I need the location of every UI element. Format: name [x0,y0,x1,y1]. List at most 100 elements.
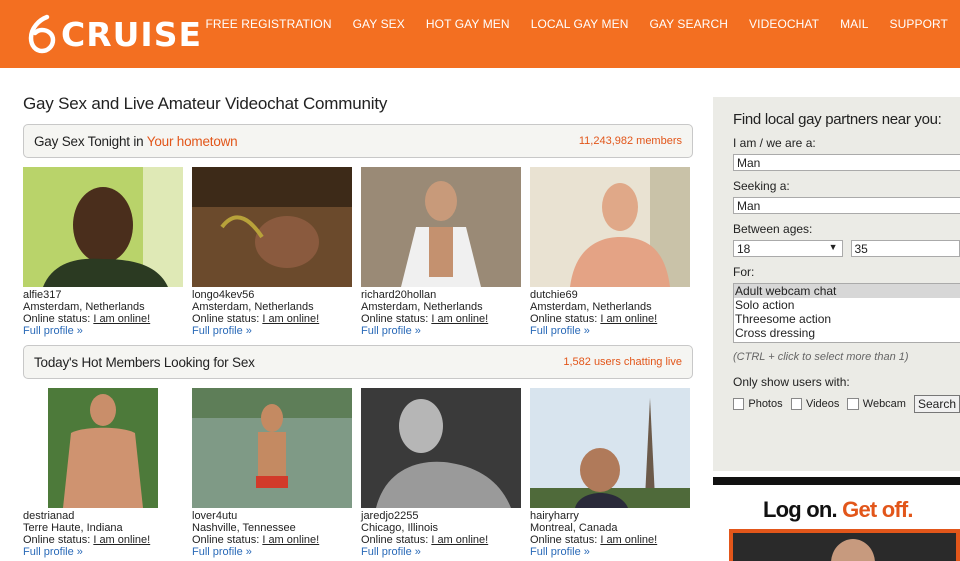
member-photo[interactable] [23,167,183,287]
search-heading: Find local gay partners near you: [733,111,942,128]
main-nav: FREE REGISTRATION GAY SEX HOT GAY MEN LO… [184,17,948,31]
online-status-value[interactable]: I am online! [600,534,657,546]
online-status-label: Online status: [23,313,94,325]
section-title: Today's Hot Members Looking for Sex [34,354,255,370]
member-location: Terre Haute, Indiana [23,522,123,534]
age-max-select[interactable]: 35 [850,240,960,257]
member-photo[interactable] [192,167,352,287]
nav-gay-sex[interactable]: GAY SEX [353,17,405,31]
videos-checkbox[interactable] [790,398,802,410]
member-photo[interactable] [530,388,690,508]
online-status-value[interactable]: I am online! [93,534,150,546]
online-status: Online status: I am online! [192,534,352,546]
logo-text: CRUISE [61,14,203,54]
ages-range: 18 ▼ 35 [733,240,960,257]
section-header-hot-members: Today's Hot Members Looking for Sex 1,58… [23,345,693,379]
online-status-value[interactable]: I am online! [93,313,150,325]
full-profile-link[interactable]: Full profile » [361,546,521,558]
member-location: Amsterdam, Netherlands [361,301,483,313]
online-status-value[interactable]: I am online! [431,313,488,325]
online-status: Online status: I am online! [530,313,690,325]
ad-image-frame [729,529,960,561]
member-photo[interactable] [530,167,690,287]
only-show-label: Only show users with: [733,375,850,389]
member-photo[interactable] [361,388,521,508]
member-card: jaredjo2255 Chicago, Illinois Online sta… [361,388,521,558]
full-profile-link[interactable]: Full profile » [530,325,690,337]
member-card: dutchie69 Amsterdam, Netherlands Online … [530,167,690,337]
for-option[interactable]: Solo action [734,298,960,312]
nav-hot-gay-men[interactable]: HOT GAY MEN [426,17,510,31]
online-status-label: Online status: [192,313,263,325]
age-min-value: 18 [737,242,751,256]
online-status-label: Online status: [530,534,601,546]
for-option[interactable]: Cross dressing [734,326,960,340]
online-status: Online status: I am online! [192,313,352,325]
site-logo[interactable]: CRUISE [27,13,202,55]
member-card: alfie317 Amsterdam, Netherlands Online s… [23,167,183,337]
main-content: Gay Sex and Live Amateur Videochat Commu… [23,94,693,558]
member-location: Nashville, Tennessee [192,522,296,534]
online-status: Online status: I am online! [23,313,183,325]
nav-videochat[interactable]: VIDEOCHAT [749,17,819,31]
for-listbox[interactable]: Adult webcam chat Solo action Threesome … [733,283,960,343]
member-card: richard20hollan Amsterdam, Netherlands O… [361,167,521,337]
member-name[interactable]: longo4kev56 [192,289,352,301]
age-min-select[interactable]: 18 ▼ [733,240,843,257]
member-location: Chicago, Illinois [361,522,439,534]
seeking-select[interactable]: Man [733,197,960,214]
member-name[interactable]: lover4utu [192,510,352,522]
section-header-hometown: Gay Sex Tonight in Your hometown 11,243,… [23,124,693,158]
member-location: Amsterdam, Netherlands [530,301,652,313]
full-profile-link[interactable]: Full profile » [23,546,183,558]
member-card: hairyharry Montreal, Canada Online statu… [530,388,690,558]
iam-label: I am / we are a: [733,136,816,150]
webcam-label: Webcam [862,398,906,410]
multi-select-hint: (CTRL + click to select more than 1) [733,351,909,363]
ad-text-part1: Log on. [763,497,843,522]
iam-select[interactable]: Man [733,154,960,171]
member-card: destrianad Terre Haute, Indiana Online s… [23,388,183,558]
online-status: Online status: I am online! [530,534,690,546]
member-photo[interactable] [192,388,352,508]
online-status-value[interactable]: I am online! [262,534,319,546]
nav-gay-search[interactable]: GAY SEARCH [649,17,728,31]
online-status-value[interactable]: I am online! [431,534,488,546]
member-photo[interactable] [361,167,521,287]
online-status: Online status: I am online! [361,534,521,546]
nav-mail[interactable]: MAIL [840,17,868,31]
online-status: Online status: I am online! [361,313,521,325]
member-name[interactable]: alfie317 [23,289,183,301]
ad-text-part2: Get off. [842,497,913,522]
ad-stripe [713,477,960,485]
full-profile-link[interactable]: Full profile » [23,325,183,337]
member-location: Amsterdam, Netherlands [192,301,314,313]
nav-support[interactable]: SUPPORT [890,17,949,31]
hometown-link[interactable]: Your hometown [147,134,238,149]
search-button[interactable]: Search [913,395,960,413]
page-title: Gay Sex and Live Amateur Videochat Commu… [23,94,388,113]
for-option[interactable]: Threesome action [734,312,960,326]
nav-local-gay-men[interactable]: LOCAL GAY MEN [531,17,629,31]
member-name[interactable]: destrianad [23,510,183,522]
full-profile-link[interactable]: Full profile » [192,325,352,337]
ad-banner[interactable]: Log on. Get off. [713,477,960,561]
full-profile-link[interactable]: Full profile » [192,546,352,558]
ad-image [733,533,956,561]
member-name[interactable]: dutchie69 [530,289,690,301]
member-photo[interactable] [23,388,183,508]
full-profile-link[interactable]: Full profile » [530,546,690,558]
member-card: longo4kev56 Amsterdam, Netherlands Onlin… [192,167,352,337]
nav-free-registration[interactable]: FREE REGISTRATION [205,17,331,31]
member-name[interactable]: hairyharry [530,510,690,522]
online-status-value[interactable]: I am online! [262,313,319,325]
online-status-value[interactable]: I am online! [600,313,657,325]
full-profile-link[interactable]: Full profile » [361,325,521,337]
photos-checkbox[interactable] [733,398,745,410]
users-chatting-count: 1,582 users chatting live [563,356,682,368]
member-name[interactable]: jaredjo2255 [361,510,521,522]
for-option[interactable]: Adult webcam chat [734,284,960,298]
member-name[interactable]: richard20hollan [361,289,521,301]
section-title-text: Gay Sex Tonight in [34,133,147,149]
webcam-checkbox[interactable] [847,398,859,410]
